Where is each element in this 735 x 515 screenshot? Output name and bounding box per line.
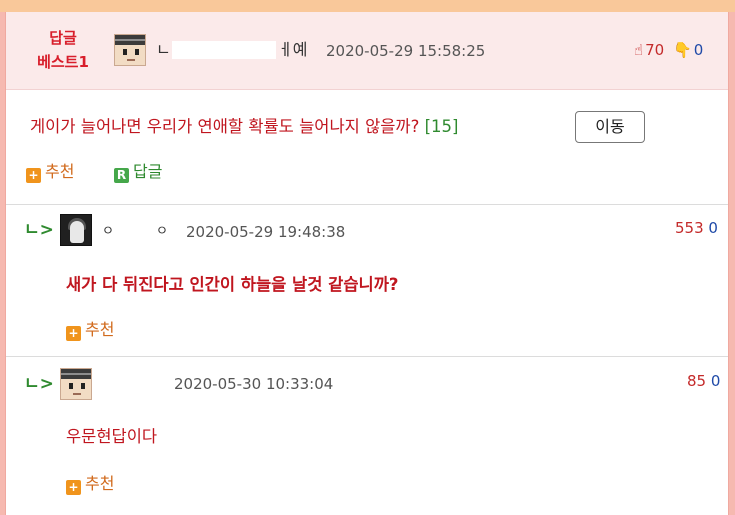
- avatar[interactable]: [60, 368, 92, 400]
- best-badge-line1: 답글: [49, 29, 77, 47]
- upvote-count: 85: [687, 372, 707, 390]
- recommend-button[interactable]: + 추천: [66, 320, 114, 341]
- downvote-count: 0: [708, 219, 718, 237]
- recommend-label: 추천: [85, 320, 115, 339]
- divider: [6, 356, 728, 357]
- redacted-username: [102, 374, 168, 392]
- thumb-up-icon[interactable]: ☝: [634, 40, 643, 60]
- recommend-button[interactable]: + 추천: [66, 474, 114, 495]
- reply-score: 85 0: [687, 371, 720, 391]
- divider: [6, 204, 728, 205]
- recommend-label: 추천: [45, 162, 75, 181]
- redacted-username: [172, 41, 276, 59]
- best-badge-line2: 베스트1: [37, 53, 89, 71]
- best-reply-votes: ☝ 70 👇 0: [634, 40, 703, 60]
- username-start[interactable]: ㄴ: [156, 40, 171, 60]
- upvote-count: 70: [645, 41, 665, 59]
- best-reply-badge: 답글 베스트1: [28, 26, 98, 74]
- reply-text: 우문현답이다: [66, 427, 158, 446]
- reply-score: 553 0: [675, 218, 718, 238]
- downvote-count: 0: [710, 372, 721, 390]
- plus-icon: +: [66, 480, 81, 495]
- reply-button[interactable]: R 답글: [114, 162, 162, 183]
- recommend-button[interactable]: + 추천: [26, 162, 74, 183]
- username-end[interactable]: ㅔ예: [278, 40, 307, 60]
- top-strip: [0, 0, 735, 12]
- reply-arrow-icon: ㄴ>: [24, 220, 54, 240]
- best-reply-header: 답글 베스트1 ㄴ ㅔ예 2020-05-29 15:58:25 ☝ 70 👇 0: [6, 12, 728, 90]
- best-reply-text: 게이가 늘어나면 우리가 연애할 확률도 늘어나지 않을까? [15]: [30, 116, 459, 138]
- username-end[interactable]: ㅇ: [156, 222, 168, 242]
- reply-label: 답글: [133, 162, 163, 181]
- avatar[interactable]: [60, 214, 92, 246]
- reply-icon: R: [114, 168, 129, 183]
- question-text: 게이가 늘어나면 우리가 연애할 확률도 늘어나지 않을까?: [30, 117, 420, 136]
- avatar[interactable]: [114, 34, 146, 66]
- move-button[interactable]: 이동: [575, 111, 645, 143]
- reply-arrow-icon: ㄴ>: [24, 374, 54, 394]
- best-reply-timestamp: 2020-05-29 15:58:25: [326, 42, 486, 60]
- comment-count: [15]: [424, 117, 459, 136]
- upvote-count: 553: [675, 219, 704, 237]
- recommend-label: 추천: [85, 474, 115, 493]
- plus-icon: +: [66, 326, 81, 341]
- username-start[interactable]: ㅇ: [102, 222, 114, 242]
- thumb-down-icon[interactable]: 👇: [673, 40, 692, 60]
- reply-text: 새가 다 뒤진다고 인간이 하늘을 날것 같습니까?: [66, 275, 399, 294]
- redacted-username: [114, 222, 154, 240]
- downvote-count: 0: [693, 41, 704, 59]
- reply-timestamp: 2020-05-30 10:33:04: [174, 375, 334, 393]
- comment-panel: 답글 베스트1 ㄴ ㅔ예 2020-05-29 15:58:25 ☝ 70 👇 0 …: [5, 12, 729, 515]
- reply-timestamp: 2020-05-29 19:48:38: [186, 223, 346, 241]
- plus-icon: +: [26, 168, 41, 183]
